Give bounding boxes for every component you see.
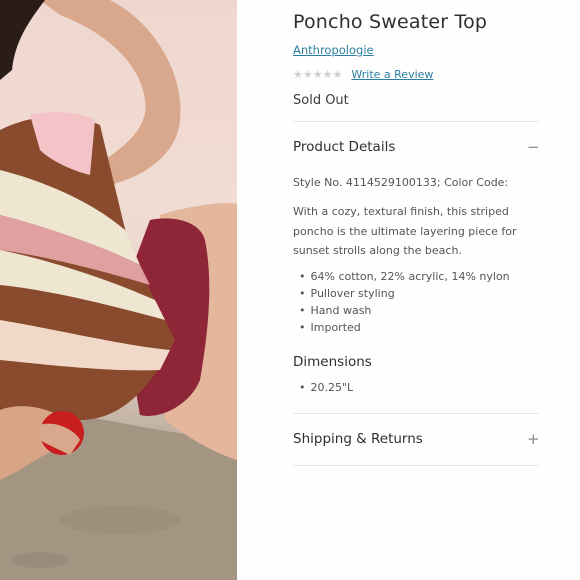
divider <box>293 413 539 414</box>
product-title: Poncho Sweater Top <box>293 11 488 33</box>
list-item: 20.25"L <box>293 379 354 396</box>
style-number: Style No. 4114529100133; Color Code: <box>293 176 509 189</box>
brand-link[interactable]: Anthropologie <box>293 43 374 57</box>
dimensions-list: 20.25"L <box>293 379 354 396</box>
minus-icon[interactable]: − <box>527 139 540 155</box>
star-icon: ★ <box>312 67 323 81</box>
feature-list: 64% cotton, 22% acrylic, 14% nylon Pullo… <box>293 268 510 336</box>
star-icon: ★ <box>293 67 303 81</box>
product-photo[interactable] <box>0 0 237 580</box>
model-image <box>0 0 237 580</box>
divider <box>293 121 539 122</box>
list-item: Imported <box>293 319 510 336</box>
sand-shadow <box>60 506 180 534</box>
shipping-returns-toggle[interactable]: Shipping & Returns + <box>293 431 540 447</box>
product-description: With a cozy, textural finish, this strip… <box>293 205 517 257</box>
divider <box>293 465 539 466</box>
star-icon: ★ <box>332 67 343 81</box>
sand-shadow <box>10 552 70 568</box>
star-icon: ★ <box>322 67 333 81</box>
rating-row: ★ ★ ★ ★ ★ Write a Review <box>293 67 433 81</box>
section-title: Product Details <box>293 139 396 155</box>
availability-status: Sold Out <box>293 93 349 108</box>
dimensions-title: Dimensions <box>293 354 372 370</box>
list-item: Hand wash <box>293 302 510 319</box>
list-item: 64% cotton, 22% acrylic, 14% nylon <box>293 268 510 285</box>
section-title: Shipping & Returns <box>293 431 423 447</box>
star-rating[interactable]: ★ ★ ★ ★ ★ <box>293 69 342 80</box>
plus-icon[interactable]: + <box>527 431 540 447</box>
star-icon: ★ <box>302 67 313 81</box>
hair <box>0 0 45 80</box>
product-details-toggle[interactable]: Product Details − <box>293 139 540 155</box>
write-review-link[interactable]: Write a Review <box>351 68 433 81</box>
product-info-panel: Poncho Sweater Top Anthropologie ★ ★ ★ ★… <box>237 0 580 580</box>
list-item: Pullover styling <box>293 285 510 302</box>
